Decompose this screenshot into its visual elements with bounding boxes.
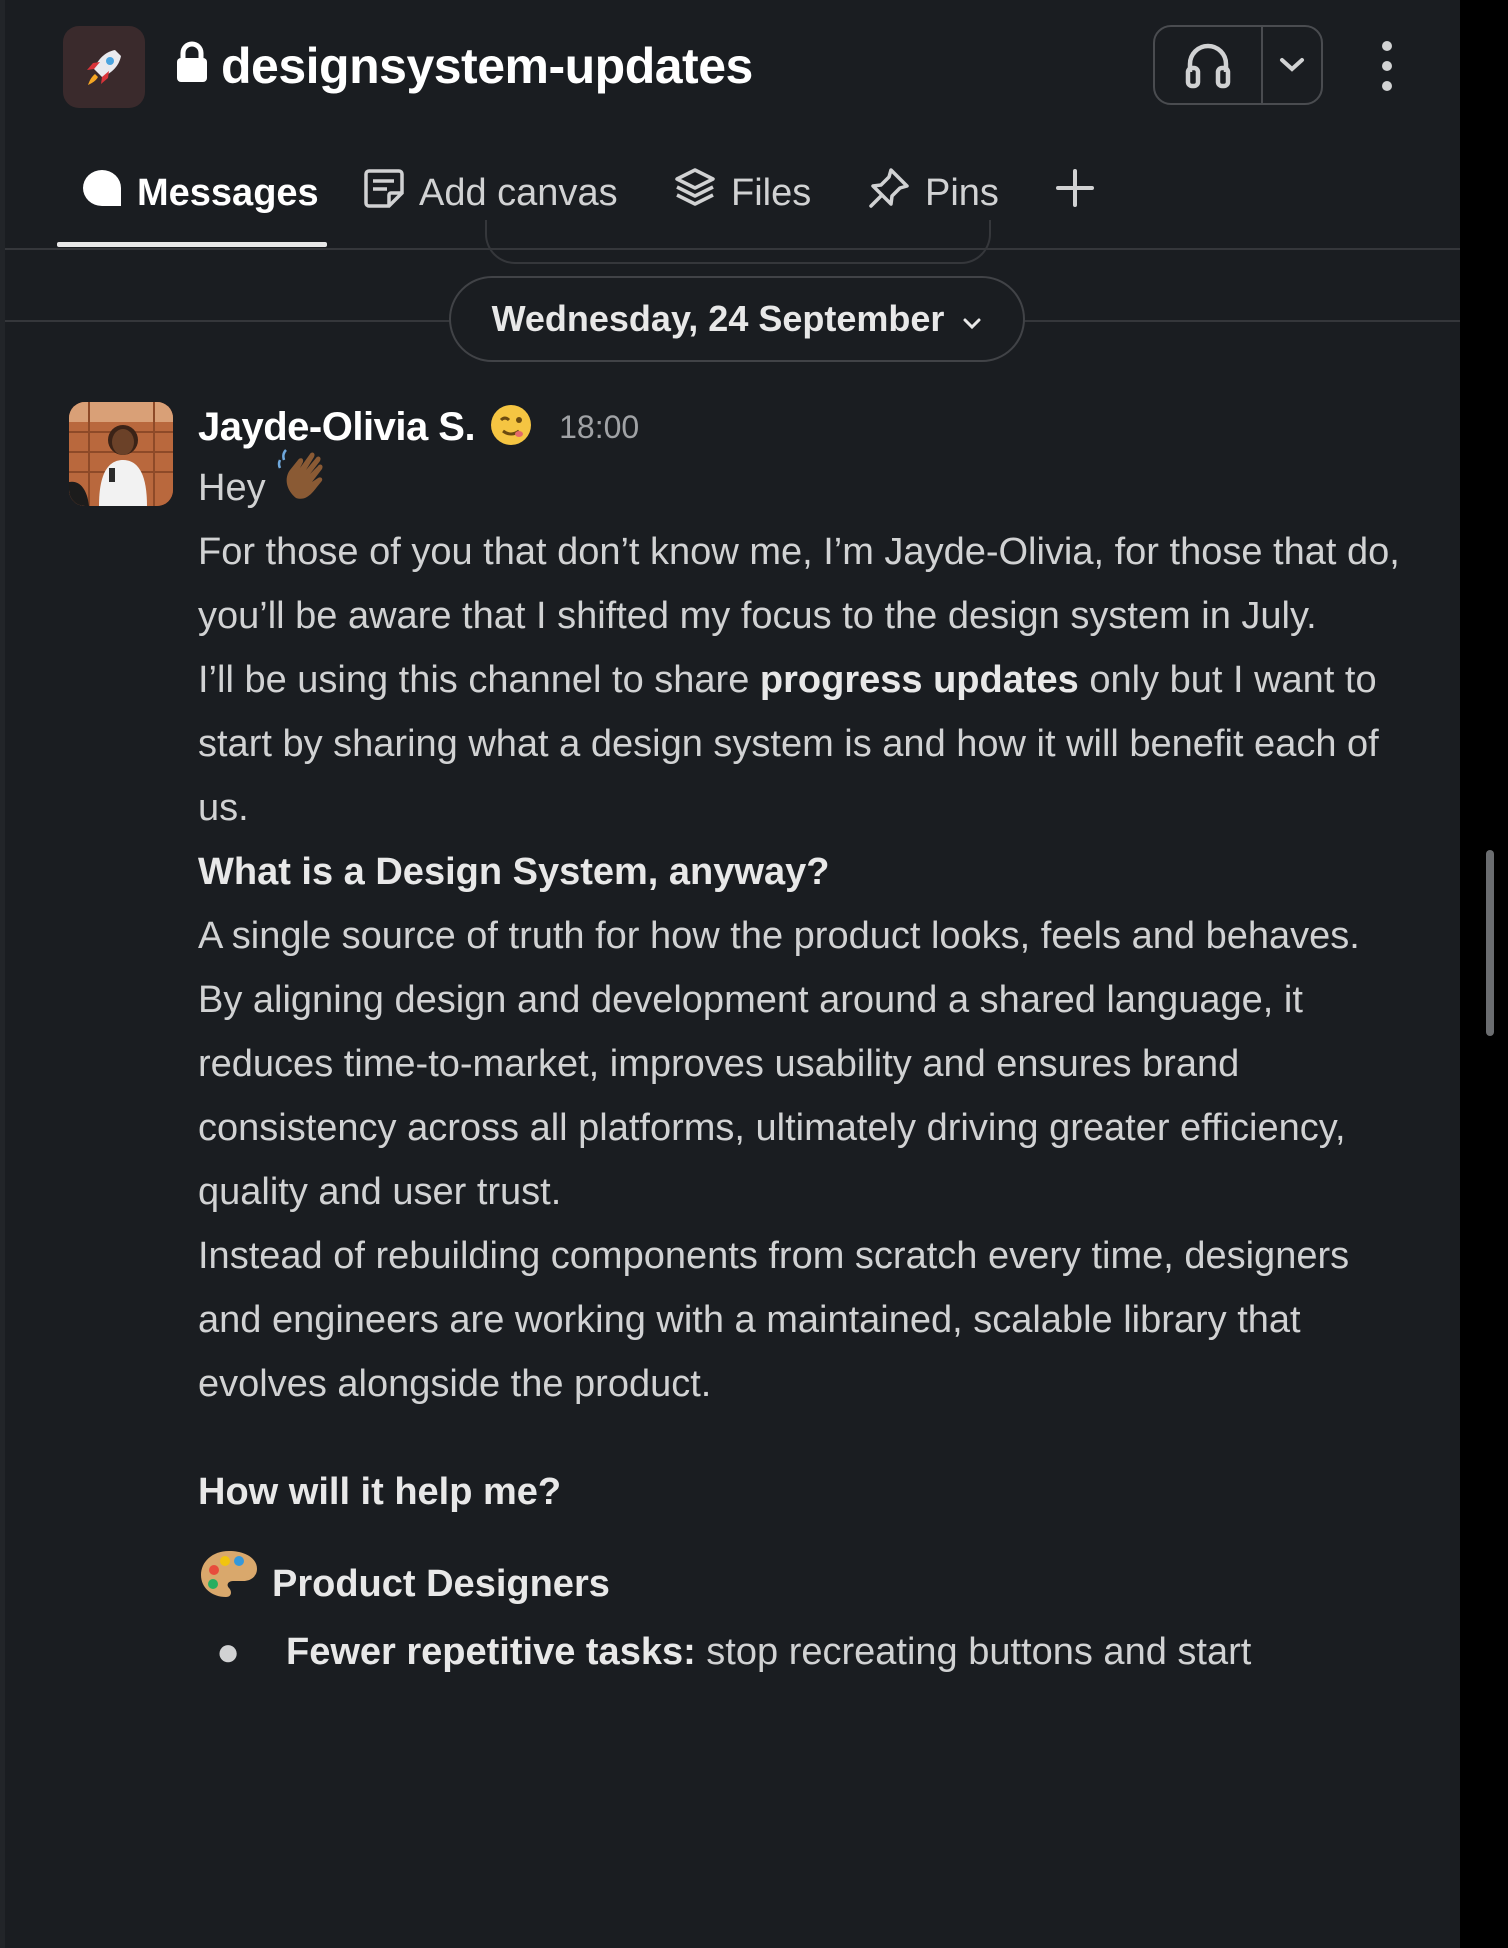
role-title: Product Designers (272, 1563, 610, 1605)
date-label: Wednesday, 24 September (491, 298, 945, 339)
paragraph: By aligning design and development aroun… (198, 979, 1346, 1213)
section-heading: How will it help me? (198, 1471, 562, 1513)
message-timestamp[interactable]: 18:00 (559, 409, 639, 446)
chevron-down-icon[interactable] (1263, 27, 1321, 103)
add-tab-button[interactable] (1055, 140, 1095, 246)
paragraph: Instead of rebuilding components from sc… (198, 1235, 1350, 1405)
channel-header: designsystem-updates (5, 0, 1460, 130)
face-emoji[interactable] (489, 403, 533, 452)
artist-palette-emoji (198, 1548, 260, 1620)
greeting-line: Hey (198, 449, 1410, 520)
channel-panel: designsystem-updates Messages Add canvas… (0, 0, 1460, 1948)
chevron-down-icon (962, 298, 982, 340)
layers-icon (673, 166, 717, 220)
canvas-icon (363, 167, 405, 219)
previous-date-pill (485, 220, 991, 264)
author-name[interactable]: Jayde-Olivia S. (198, 405, 476, 450)
huddle-button[interactable] (1153, 25, 1323, 105)
waving-hand-emoji (276, 446, 340, 530)
paragraph: For those of you that don’t know me, I’m… (198, 531, 1400, 637)
message-body: Hey For those of you that don’t know me,… (198, 449, 1410, 1684)
message: Jayde-Olivia S. 18:00 Hey For those of y… (198, 398, 1410, 1684)
channel-name: designsystem-updates (221, 38, 753, 94)
list-item-text: Fewer repetitive tasks: stop recreating … (286, 1620, 1251, 1684)
lock-icon (175, 37, 209, 95)
bullet-dot: ● (216, 1630, 241, 1674)
tab-label: Files (731, 171, 812, 214)
channel-title[interactable]: designsystem-updates (175, 32, 753, 100)
kebab-menu-icon[interactable] (1375, 36, 1399, 96)
tab-label: Messages (137, 171, 319, 214)
tab-label: Pins (925, 171, 999, 214)
rocket-icon[interactable] (63, 26, 145, 108)
list-item: ● Fewer repetitive tasks: stop recreatin… (216, 1620, 1410, 1684)
paragraph: A single source of truth for how the pro… (198, 915, 1360, 957)
date-divider-button[interactable]: Wednesday, 24 September (449, 276, 1025, 362)
message-header: Jayde-Olivia S. 18:00 (198, 398, 1410, 456)
tab-label: Add canvas (419, 171, 618, 214)
plus-icon (1055, 168, 1095, 218)
headphones-icon[interactable] (1155, 27, 1263, 103)
message-bubble-icon (81, 168, 123, 218)
tab-messages[interactable]: Messages (81, 140, 319, 246)
pin-icon (867, 166, 911, 220)
scrollbar[interactable] (1486, 850, 1494, 1036)
paragraph: I’ll be using this channel to share prog… (198, 648, 1410, 840)
bold-text: progress updates (759, 659, 1079, 701)
list-item-body: stop recreating buttons and start (695, 1631, 1252, 1673)
greeting-text: Hey (198, 467, 266, 509)
paragraph-text: I’ll be using this channel to share (198, 659, 760, 701)
section-heading: What is a Design System, anyway? (198, 851, 830, 893)
bold-text: Fewer repetitive tasks: (286, 1631, 696, 1673)
avatar[interactable] (69, 402, 173, 506)
active-tab-indicator (57, 242, 327, 247)
role-heading: Product Designers (198, 1548, 1410, 1620)
